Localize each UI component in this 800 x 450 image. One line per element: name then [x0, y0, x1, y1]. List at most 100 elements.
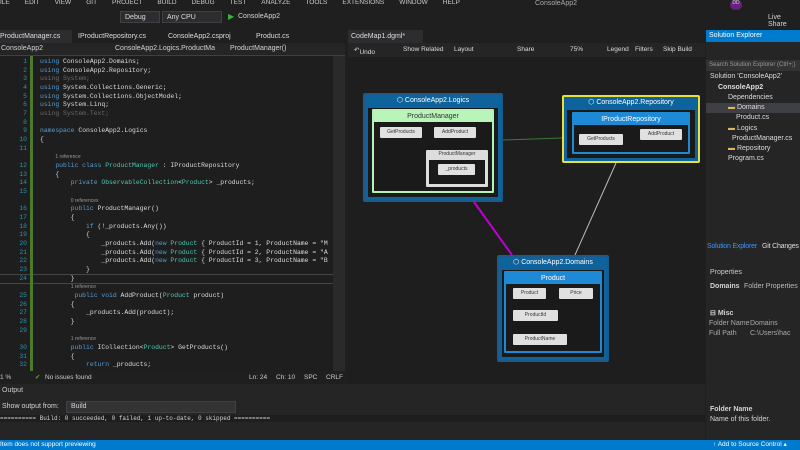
code-text: public ProductManager() — [40, 205, 159, 214]
editor-scrollbar[interactable] — [333, 56, 345, 371]
undo-button[interactable]: ↶ Undo — [354, 46, 375, 56]
menu-item[interactable]: ILE — [0, 0, 10, 9]
configuration-dropdown[interactable]: Debug — [120, 11, 160, 23]
code-lens[interactable]: 1 reference — [0, 153, 333, 162]
zoom-level[interactable]: 1 % — [0, 374, 11, 381]
tab-csproj[interactable]: ConsoleApp2.csproj — [165, 30, 234, 43]
member-dropdown[interactable]: ProductManager() — [230, 45, 286, 52]
code-line: 17 { — [0, 214, 333, 223]
code-token: using System; — [40, 75, 90, 83]
whitespace-mode[interactable]: SPC — [304, 374, 317, 381]
menu-item[interactable]: GIT — [86, 0, 97, 9]
menu-item[interactable]: ANALYZE — [261, 0, 290, 9]
tree-repository[interactable]: ▬ Repository — [728, 145, 770, 152]
issues-status[interactable]: No issues found — [45, 374, 92, 381]
platform-dropdown[interactable]: Any CPU — [162, 11, 222, 23]
tree-program-cs[interactable]: Program.cs — [728, 155, 764, 162]
reference-count[interactable]: 1 reference — [55, 153, 80, 162]
menu-item[interactable]: HELP — [443, 0, 460, 9]
prop-value[interactable]: C:\Users\hac — [750, 330, 790, 337]
code-token: _products.Add( — [40, 257, 156, 265]
layout-button[interactable]: Layout — [454, 46, 474, 53]
codemap-canvas[interactable]: ⬡ ConsoleApp2.Logics ProductManager GetP… — [348, 57, 705, 383]
menu-item[interactable]: TOOLS — [305, 0, 327, 9]
menu-item[interactable]: PROJECT — [112, 0, 142, 9]
tab-product[interactable]: Product.cs — [253, 30, 292, 43]
field-products[interactable]: _products — [438, 164, 475, 175]
zoom-dropdown[interactable]: 75% — [570, 46, 583, 53]
link-repository-domains[interactable] — [574, 162, 617, 256]
member-product[interactable]: Product — [513, 288, 546, 299]
code-token: ObservableCollection — [101, 179, 179, 187]
namespace-logics[interactable]: ⬡ ConsoleApp2.Logics ProductManager GetP… — [363, 93, 503, 202]
share-button[interactable]: Share — [517, 46, 534, 53]
class-product[interactable]: Product Product Price ProductId ProductN… — [504, 271, 602, 353]
solution-search-input[interactable]: Search Solution Explorer (Ctrl+;) — [706, 60, 800, 71]
code-text: } — [40, 266, 90, 275]
tree-logics[interactable]: ▬ Logics — [728, 125, 757, 132]
skip-build-button[interactable]: Skip Build — [663, 46, 692, 53]
link-logics-domains[interactable] — [473, 201, 513, 256]
class-dropdown[interactable]: ConsoleApp2.Logics.ProductMa — [115, 45, 215, 52]
reference-count[interactable]: 1 reference — [71, 335, 96, 344]
menu-item[interactable]: BUILD — [157, 0, 176, 9]
code-lens[interactable]: 1 reference — [0, 335, 333, 344]
tree-product-cs[interactable]: Product.cs — [736, 114, 769, 121]
tree-productmanager-cs[interactable]: ProductManager.cs — [732, 135, 792, 142]
interface-method-getproducts[interactable]: GetProducts — [579, 134, 623, 145]
menu-item[interactable]: VIEW — [55, 0, 72, 9]
tab-codemap[interactable]: CodeMap1.dgml* — [348, 30, 423, 43]
line-endings[interactable]: CRLF — [326, 374, 343, 381]
category-misc[interactable]: ⊟ Misc — [710, 309, 733, 317]
filters-button[interactable]: Filters — [635, 46, 653, 53]
project-dropdown[interactable]: ConsoleApp2 — [1, 45, 43, 52]
line-number: 24 — [19, 274, 27, 282]
prop-value[interactable]: Domains — [750, 320, 778, 327]
menu-item[interactable]: EXTENSIONS — [342, 0, 384, 9]
menu-item[interactable]: TEST — [230, 0, 247, 9]
code-text: public class ProductManager : IProductRe… — [40, 162, 239, 171]
menu-item[interactable]: DEBUG — [192, 0, 215, 9]
tree-solution[interactable]: Solution 'ConsoleApp2' — [710, 73, 782, 80]
start-icon[interactable]: ▶ — [228, 12, 234, 21]
tree-project[interactable]: ConsoleApp2 — [718, 84, 763, 91]
interface-iproductrepository[interactable]: IProductRepository GetProducts AddProduc… — [572, 112, 690, 154]
tree-dependencies[interactable]: Dependencies — [728, 94, 773, 101]
reference-count[interactable]: 0 references — [71, 197, 99, 206]
namespace-domains[interactable]: ⬡ ConsoleApp2.Domains Product Product Pr… — [497, 255, 609, 362]
link-logics-repository[interactable] — [502, 137, 563, 141]
method-getproducts[interactable]: GetProducts — [380, 127, 422, 138]
avatar[interactable]: DD — [730, 0, 742, 10]
interface-method-addproduct[interactable]: AddProduct — [640, 129, 682, 140]
output-text[interactable]: ========== Build: 0 succeeded, 0 failed,… — [0, 415, 705, 422]
member-productid[interactable]: ProductId — [513, 310, 558, 321]
live-share-button[interactable]: Live Share — [768, 14, 800, 28]
reference-count[interactable]: 1 reference — [71, 283, 96, 292]
code-editor[interactable]: 1 using ConsoleApp2.Domains; 2 using Consol… — [0, 56, 333, 371]
code-text: } — [40, 275, 75, 284]
output-source-dropdown[interactable]: Build — [66, 401, 236, 413]
tab-productmanager[interactable]: ProductManager.cs — [0, 30, 72, 43]
ctor-productmanager[interactable]: ProductManager _products — [426, 150, 488, 187]
member-price[interactable]: Price — [559, 288, 593, 299]
legend-button[interactable]: Legend — [607, 46, 629, 53]
add-to-source-control-button[interactable]: ↑ Add to Source Control ▴ — [713, 440, 787, 450]
tab-iproductrepository[interactable]: IProductRepository.cs — [75, 30, 149, 43]
code-text: public ICollection<Product> GetProducts(… — [40, 344, 228, 353]
show-related-button[interactable]: Show Related — [403, 46, 443, 53]
run-target-button[interactable]: ConsoleApp2 — [238, 13, 280, 20]
method-addproduct[interactable]: AddProduct — [434, 127, 476, 138]
namespace-repository[interactable]: ⬡ ConsoleApp2.Repository IProductReposit… — [562, 95, 700, 163]
tab-git-changes[interactable]: Git Changes — [762, 243, 799, 250]
code-token: new — [155, 257, 171, 265]
line-number: 26 — [19, 300, 27, 308]
code-lens[interactable]: 0 references — [0, 197, 333, 206]
tab-solution-explorer[interactable]: Solution Explorer — [707, 243, 757, 250]
menu-item[interactable]: WINDOW — [399, 0, 428, 9]
tree-domains[interactable]: ▬ Domains — [728, 104, 765, 111]
description-text: Name of this folder. — [710, 416, 771, 423]
code-lens[interactable]: 1 reference — [0, 283, 333, 292]
menu-item[interactable]: EDIT — [25, 0, 40, 9]
class-productmanager[interactable]: ProductManager GetProducts AddProduct Pr… — [372, 109, 494, 193]
member-productname[interactable]: ProductName — [513, 334, 567, 345]
